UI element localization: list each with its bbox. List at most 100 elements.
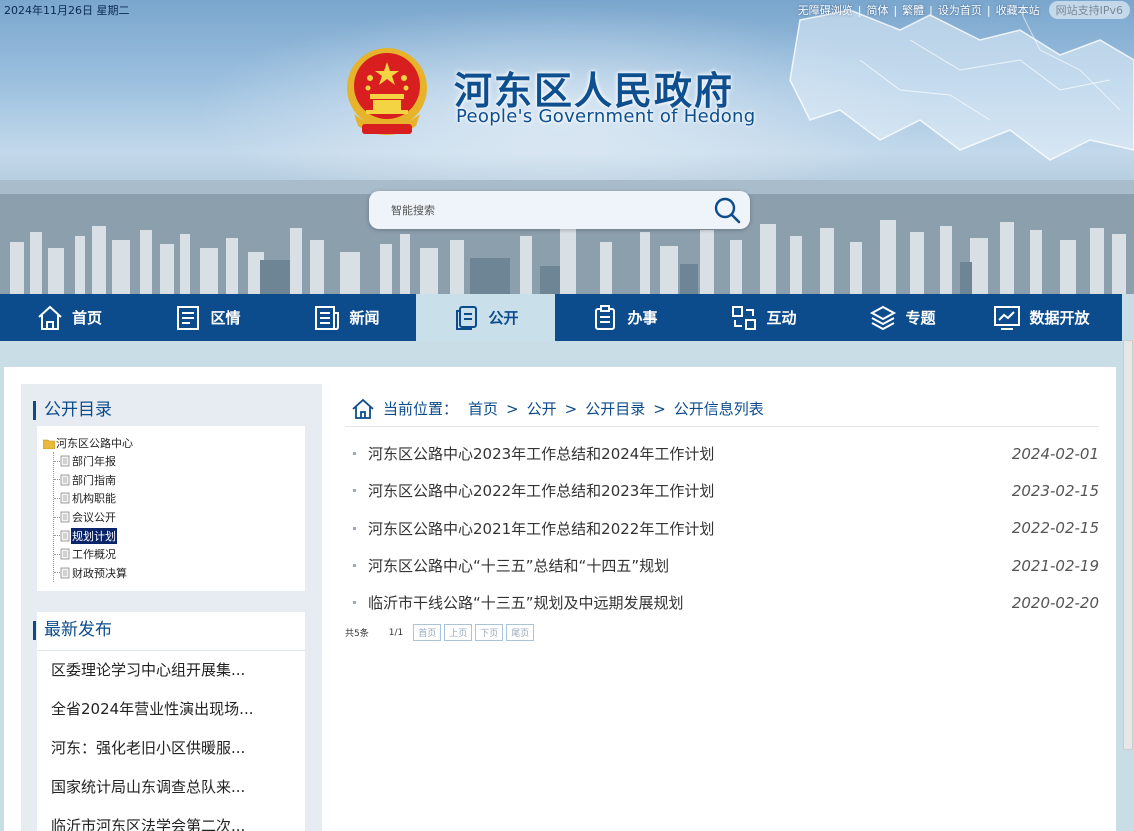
tree-item-label: 部门指南	[72, 473, 116, 487]
breadcrumb-separator: >	[653, 399, 666, 418]
last-page-button[interactable]: 尾页	[506, 624, 535, 642]
tree-item-label: 机构职能	[72, 492, 116, 506]
tree-item-budget[interactable]: 财政预决算	[54, 564, 133, 583]
main-nav: 首页 区情 新闻 公开 办事 互动 专题 数据开放	[0, 294, 1122, 341]
document-icon	[177, 305, 200, 330]
list-item-date: 2020-02-20	[1011, 593, 1099, 612]
breadcrumb-list[interactable]: 公开信息列表	[674, 398, 764, 419]
breadcrumb-label: 当前位置：	[383, 400, 459, 418]
breadcrumb-separator: >	[506, 399, 519, 418]
nav-label: 互动	[766, 309, 797, 327]
bookmark-link[interactable]: 收藏本站	[991, 2, 1045, 18]
tree: 河东区公路中心 部门年报 部门指南 机构职能 会议公开 规划计划 工作概况 财政…	[43, 434, 133, 583]
scrollbar[interactable]	[1122, 0, 1134, 831]
nav-interaction[interactable]: 互动	[694, 294, 833, 341]
set-homepage-link[interactable]: 设为首页	[933, 2, 987, 18]
ipv6-badge: 网站支持IPv6	[1048, 1, 1130, 19]
total-count: 共5条	[345, 629, 369, 640]
tree-item-department-guide[interactable]: 部门指南	[54, 471, 133, 490]
tree-item-label: 部门年报	[72, 455, 116, 469]
nav-news[interactable]: 新闻	[277, 294, 416, 341]
nav-label: 数据开放	[1029, 309, 1090, 327]
catalog-tree: 河东区公路中心 部门年报 部门指南 机构职能 会议公开 规划计划 工作概况 财政…	[37, 426, 305, 591]
topbar-links: 无障碍浏览 | 简体 | 繁體 | 设为首页 | 收藏本站 网站支持IPv6	[793, 1, 1130, 19]
list-item: 河东区公路中心2023年工作总结和2024年工作计划 2024-02-01	[345, 435, 1099, 472]
simplified-chinese-link[interactable]: 简体	[861, 2, 893, 18]
list-item: 临沂市干线公路“十三五”规划及中远期发展规划 2020-02-20	[345, 584, 1099, 621]
list-item-date: 2023-02-15	[1011, 481, 1099, 500]
nav-home[interactable]: 首页	[0, 294, 138, 341]
search-icon[interactable]	[712, 195, 742, 225]
news-item[interactable]: 临沂市河东区法学会第二次...	[37, 807, 305, 831]
next-page-button[interactable]: 下页	[475, 624, 504, 642]
nav-label: 首页	[71, 309, 102, 327]
list-item-title[interactable]: 临沂市干线公路“十三五”规划及中远期发展规划	[345, 592, 684, 613]
tree-root-label: 河东区公路中心	[56, 437, 133, 450]
file-icon	[60, 511, 70, 523]
breadcrumb-catalog[interactable]: 公开目录	[585, 398, 645, 419]
home-icon[interactable]	[351, 398, 375, 420]
tree-item-functions[interactable]: 机构职能	[54, 489, 133, 508]
breadcrumb-separator: >	[564, 399, 578, 418]
file-icon	[60, 493, 70, 504]
folder-icon	[43, 439, 55, 449]
latest-news-list: 区委理论学习中心组开展集... 全省2024年营业性演出现场... 河东：强化老…	[37, 650, 305, 831]
nav-topics[interactable]: 专题	[833, 294, 972, 341]
tree-root[interactable]: 河东区公路中心	[43, 434, 133, 452]
file-icon	[60, 567, 70, 579]
traditional-chinese-link[interactable]: 繁體	[897, 2, 929, 18]
sidebar: 公开目录 河东区公路中心 部门年报 部门指南 机构职能 会议公开 规划计划 工作…	[21, 384, 322, 831]
latest-heading: 最新发布	[33, 621, 112, 640]
file-icon	[60, 548, 70, 560]
tree-children: 部门年报 部门指南 机构职能 会议公开 规划计划 工作概况 财政预决算	[53, 452, 133, 583]
accessibility-link[interactable]: 无障碍浏览	[793, 2, 858, 18]
file-icon	[60, 474, 70, 486]
list-item-date: 2024-02-01	[1011, 444, 1099, 463]
nav-label: 新闻	[349, 309, 380, 327]
page-indicator: 1/1	[388, 627, 404, 638]
nav-services[interactable]: 办事	[555, 294, 694, 341]
map-decoration	[789, 9, 1134, 161]
site-header: 2024年11月26日 星期二 无障碍浏览 | 简体 | 繁體 | 设为首页 |…	[0, 0, 1134, 294]
copy-icon	[456, 305, 478, 330]
interact-icon	[732, 305, 757, 330]
nav-label: 专题	[905, 309, 936, 327]
nav-disclosure[interactable]: 公开	[416, 294, 555, 341]
breadcrumb-home[interactable]: 首页	[468, 398, 498, 419]
nav-label: 区情	[210, 309, 241, 327]
tree-item-label: 会议公开	[72, 511, 116, 525]
search-input[interactable]	[391, 201, 691, 219]
news-item[interactable]: 区委理论学习中心组开展集...	[37, 651, 305, 690]
tree-item-annual-report[interactable]: 部门年报	[54, 452, 133, 471]
list-item-title[interactable]: 河东区公路中心2022年工作总结和2023年工作计划	[345, 480, 714, 501]
home-icon	[38, 305, 62, 330]
tree-item-label: 工作概况	[72, 548, 116, 562]
search-box	[369, 191, 750, 229]
tree-item-plans[interactable]: 规划计划	[54, 526, 133, 545]
first-page-button[interactable]: 首页	[413, 624, 442, 642]
tree-item-label: 规划计划	[71, 527, 117, 544]
list-item: 河东区公路中心2021年工作总结和2022年工作计划 2022-02-15	[345, 510, 1099, 547]
list-item: 河东区公路中心2022年工作总结和2023年工作计划 2023-02-15	[345, 472, 1099, 509]
news-item[interactable]: 河东：强化老旧小区供暖服...	[37, 729, 305, 768]
catalog-heading: 公开目录	[33, 401, 112, 420]
clipboard-icon	[595, 304, 616, 330]
tree-item-label: 财政预决算	[72, 566, 127, 580]
scrollbar-thumb[interactable]	[1123, 340, 1133, 750]
tree-item-meetings[interactable]: 会议公开	[54, 508, 133, 527]
list-item-title[interactable]: 河东区公路中心2021年工作总结和2022年工作计划	[345, 518, 714, 539]
nav-open-data[interactable]: 数据开放	[972, 294, 1111, 341]
list-item: 河东区公路中心“十三五”总结和“十四五”规划 2021-02-19	[345, 547, 1099, 584]
breadcrumb-disclosure[interactable]: 公开	[527, 398, 557, 419]
list-item-title[interactable]: 河东区公路中心2023年工作总结和2024年工作计划	[345, 443, 714, 464]
news-icon	[315, 305, 340, 330]
nav-district-info[interactable]: 区情	[138, 294, 277, 341]
list-item-title[interactable]: 河东区公路中心“十三五”总结和“十四五”规划	[345, 555, 669, 576]
list-item-date: 2021-02-19	[1011, 556, 1099, 575]
tree-item-overview[interactable]: 工作概况	[54, 545, 133, 564]
site-subtitle: People's Government of Hedong	[456, 106, 756, 127]
news-item[interactable]: 国家统计局山东调查总队来...	[37, 768, 305, 807]
news-item[interactable]: 全省2024年营业性演出现场...	[37, 690, 305, 729]
prev-page-button[interactable]: 上页	[444, 624, 473, 642]
info-list: 河东区公路中心2023年工作总结和2024年工作计划 2024-02-01 河东…	[345, 435, 1099, 621]
